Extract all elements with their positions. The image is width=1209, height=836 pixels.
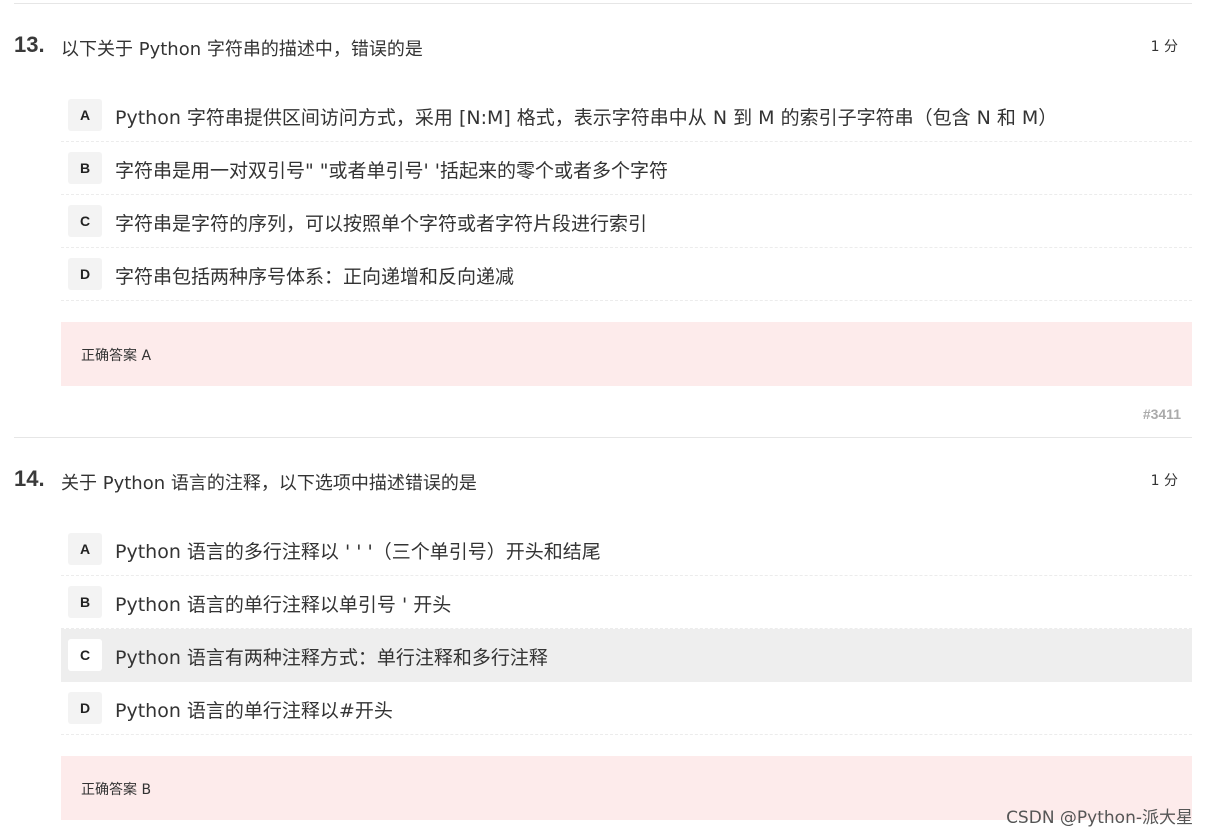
option-text: Python 字符串提供区间访问方式，采用 [N:M] 格式，表示字符串中从 N… (115, 107, 1058, 129)
option-c[interactable]: C Python 语言有两种注释方式：单行注释和多行注释 (61, 629, 1192, 682)
option-letter-badge: A (68, 99, 102, 131)
question-14-options: A Python 语言的多行注释以 ' ' '（三个单引号）开头和结尾 B Py… (61, 523, 1192, 735)
option-b[interactable]: B Python 语言的单行注释以单引号 ' 开头 (61, 576, 1192, 629)
question-text: 关于 Python 语言的注释，以下选项中描述错误的是 (61, 473, 477, 494)
question-id: #3411 (1142, 406, 1181, 422)
correct-answer-text: 正确答案 A (81, 348, 152, 364)
option-letter-badge: D (68, 258, 102, 290)
option-text: 字符串包括两种序号体系：正向递增和反向递减 (115, 266, 515, 288)
question-score: 1 分 (1150, 473, 1178, 489)
question-13-options: A Python 字符串提供区间访问方式，采用 [N:M] 格式，表示字符串中从… (61, 89, 1192, 301)
watermark: CSDN @Python-派大星 (1006, 808, 1193, 828)
option-text: Python 语言的多行注释以 ' ' '（三个单引号）开头和结尾 (115, 541, 601, 563)
option-d[interactable]: D Python 语言的单行注释以#开头 (61, 682, 1192, 735)
option-text: 字符串是用一对双引号" "或者单引号' '括起来的零个或者多个字符 (115, 160, 669, 182)
option-a[interactable]: A Python 字符串提供区间访问方式，采用 [N:M] 格式，表示字符串中从… (61, 89, 1192, 142)
option-c[interactable]: C 字符串是字符的序列，可以按照单个字符或者字符片段进行索引 (61, 195, 1192, 248)
correct-answer-box: 正确答案 A (61, 322, 1192, 386)
option-letter-badge: C (68, 205, 102, 237)
option-a[interactable]: A Python 语言的多行注释以 ' ' '（三个单引号）开头和结尾 (61, 523, 1192, 576)
question-13-header: 13. 以下关于 Python 字符串的描述中，错误的是 1 分 (14, 32, 1192, 62)
question-divider (14, 437, 1192, 438)
question-text: 以下关于 Python 字符串的描述中，错误的是 (61, 39, 423, 60)
option-text: 字符串是字符的序列，可以按照单个字符或者字符片段进行索引 (115, 213, 648, 235)
option-letter-badge: C (68, 639, 102, 671)
option-letter-badge: A (68, 533, 102, 565)
option-letter-badge: D (68, 692, 102, 724)
question-number: 13. (14, 32, 45, 57)
question-score: 1 分 (1150, 39, 1178, 55)
option-text: Python 语言的单行注释以#开头 (115, 700, 393, 722)
question-14-header: 14. 关于 Python 语言的注释，以下选项中描述错误的是 1 分 (14, 466, 1192, 496)
question-number: 14. (14, 466, 45, 491)
option-b[interactable]: B 字符串是用一对双引号" "或者单引号' '括起来的零个或者多个字符 (61, 142, 1192, 195)
option-text: Python 语言有两种注释方式：单行注释和多行注释 (115, 647, 548, 669)
top-divider (14, 3, 1192, 4)
correct-answer-text: 正确答案 B (81, 782, 152, 798)
option-d[interactable]: D 字符串包括两种序号体系：正向递增和反向递减 (61, 248, 1192, 301)
option-letter-badge: B (68, 152, 102, 184)
option-text: Python 语言的单行注释以单引号 ' 开头 (115, 594, 452, 616)
option-letter-badge: B (68, 586, 102, 618)
